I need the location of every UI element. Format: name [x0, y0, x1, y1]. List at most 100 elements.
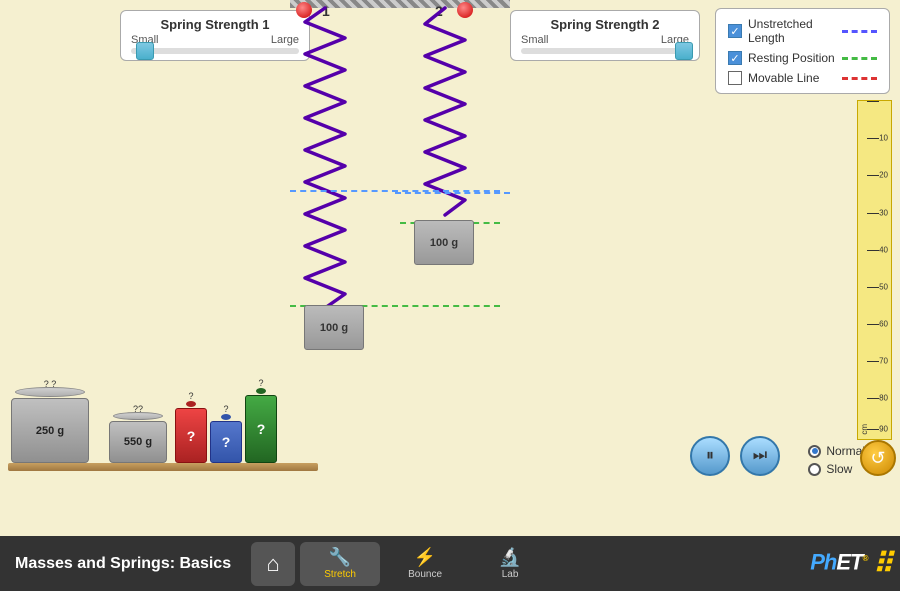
unknown-mass-red[interactable]: ? ? [175, 391, 207, 463]
home-icon: ⌂ [266, 551, 279, 577]
speed-slow-label: Slow [826, 462, 852, 476]
stretch-tab-label: Stretch [324, 569, 356, 580]
phet-ph: Ph [810, 549, 836, 574]
lab-tab-icon: 🔬 [499, 547, 521, 568]
bounce-tab-icon: ⚡ [414, 547, 436, 568]
unknown-mass-red-top [186, 401, 196, 407]
spring2-panel: Spring Strength 2 Small Large [510, 10, 700, 61]
legend-line-unstretched [842, 30, 877, 33]
spring-label-1: 1 [322, 3, 330, 19]
ruler-label-20: 20 [879, 171, 888, 180]
unknown-mass-green-qmark: ? [258, 378, 263, 388]
pause-icon: ⏸ [706, 447, 714, 465]
shelf-mass-250[interactable]: ? ? 250 g [10, 387, 90, 463]
spring2-coil [425, 8, 465, 215]
shelf-plank [8, 463, 318, 471]
legend-checkbox-movable[interactable] [728, 71, 742, 85]
phet-logo: PhET® ⠿ [810, 547, 892, 580]
ruler-label-30: 30 [879, 208, 888, 217]
unknown-mass-green[interactable]: ? ? [245, 378, 277, 463]
legend-panel: ✓ Unstretched Length ✓ Resting Position … [715, 8, 890, 94]
phet-dots-icon: ⠿ [872, 548, 892, 579]
ruler-tick-20 [867, 175, 879, 176]
speed-normal-radio[interactable] [808, 445, 821, 458]
bounce-tab-label: Bounce [408, 569, 442, 580]
legend-label-unstretched: Unstretched Length [748, 17, 842, 45]
ruler-label-50: 50 [879, 282, 888, 291]
spring-label-2: 2 [435, 3, 443, 19]
home-button[interactable]: ⌂ [251, 542, 295, 586]
tab-lab[interactable]: 🔬 Lab [470, 542, 550, 586]
phet-dot: ® [862, 554, 867, 563]
speed-normal-option[interactable]: Normal [808, 444, 865, 458]
unknown-mass-red-qmark: ? [188, 391, 193, 401]
unknown-mass-group: ? ? ? ? ? ? [175, 378, 277, 463]
legend-label-movable: Movable Line [748, 71, 842, 85]
spring1-panel: Spring Strength 1 Small Large [120, 10, 310, 61]
spring1-coil [305, 8, 345, 308]
shelf-mass-250-body: 250 g [11, 398, 89, 463]
ruler-label-40: 40 [879, 245, 888, 254]
ruler-tick-30 [867, 213, 879, 214]
shelf-mass-550-qmarks: ?? [133, 404, 143, 414]
unknown-mass-blue[interactable]: ? ? [210, 404, 242, 463]
spring2-slider[interactable] [521, 48, 689, 54]
legend-label-resting: Resting Position [748, 51, 842, 65]
bottom-navigation-bar: Masses and Springs: Basics ⌂ 🔧 Stretch ⚡… [0, 536, 900, 591]
unknown-mass-blue-body: ? [210, 421, 242, 463]
ruler-tick-0 [867, 101, 879, 102]
ruler-tick-70 [867, 361, 879, 362]
legend-checkbox-resting[interactable]: ✓ [728, 51, 742, 65]
legend-line-movable [842, 77, 877, 80]
speed-controls: Normal Slow [808, 444, 865, 476]
shelf-mass-250-label: 250 g [36, 425, 64, 437]
ruler-tick-10 [867, 138, 879, 139]
phet-et: ET [836, 549, 862, 574]
hanging-mass-1-label: 100 g [320, 322, 348, 334]
legend-checkbox-unstretched[interactable]: ✓ [728, 24, 742, 38]
ruler-tick-60 [867, 324, 879, 325]
ruler-label-60: 60 [879, 320, 888, 329]
ruler-tick-50 [867, 287, 879, 288]
spring1-slider[interactable] [131, 48, 299, 54]
lab-tab-label: Lab [502, 569, 519, 580]
springs-svg [270, 0, 520, 420]
step-icon: ⏭ [753, 447, 767, 465]
unknown-mass-green-top [256, 388, 266, 394]
unknown-mass-blue-qmark: ? [223, 404, 228, 414]
hanging-mass-2[interactable]: 100 g [414, 220, 474, 265]
spring2-title: Spring Strength 2 [521, 17, 689, 32]
shelf-mass-550-label: 550 g [124, 436, 152, 448]
unknown-mass-red-body: ? [175, 408, 207, 463]
unknown-mass-green-body: ? [245, 395, 277, 463]
hanging-mass-1[interactable]: 100 g [304, 305, 364, 350]
spring2-dot [457, 2, 473, 18]
unknown-mass-blue-top [221, 414, 231, 420]
legend-item-unstretched[interactable]: ✓ Unstretched Length [728, 17, 877, 45]
legend-item-resting[interactable]: ✓ Resting Position [728, 51, 877, 65]
unstretched-line-2 [395, 192, 510, 194]
step-button[interactable]: ⏭ [740, 436, 780, 476]
spring2-thumb[interactable] [675, 42, 693, 60]
ruler-label-10: 10 [879, 134, 888, 143]
stretch-tab-icon: 🔧 [329, 547, 351, 568]
tab-stretch[interactable]: 🔧 Stretch [300, 542, 380, 586]
spring1-thumb[interactable] [136, 42, 154, 60]
reset-icon: ↺ [870, 448, 885, 469]
app-title: Masses and Springs: Basics [0, 555, 246, 573]
shelf-mass-550-body: 550 g [109, 421, 167, 463]
shelf-mass-250-qmarks: ? ? [44, 379, 57, 389]
playback-controls: ⏸ ⏭ [690, 436, 780, 476]
speed-slow-option[interactable]: Slow [808, 462, 865, 476]
tab-bounce[interactable]: ⚡ Bounce [385, 542, 465, 586]
pause-button[interactable]: ⏸ [690, 436, 730, 476]
spring1-dot [296, 2, 312, 18]
speed-slow-radio[interactable] [808, 463, 821, 476]
shelf-mass-550[interactable]: ?? 550 g [108, 412, 168, 463]
legend-line-resting [842, 57, 877, 60]
spring1-title: Spring Strength 1 [131, 17, 299, 32]
hanging-mass-2-label: 100 g [430, 237, 458, 249]
legend-item-movable[interactable]: Movable Line [728, 71, 877, 85]
reset-button[interactable]: ↺ [860, 440, 896, 476]
spring1-large-label: Large [271, 34, 299, 46]
